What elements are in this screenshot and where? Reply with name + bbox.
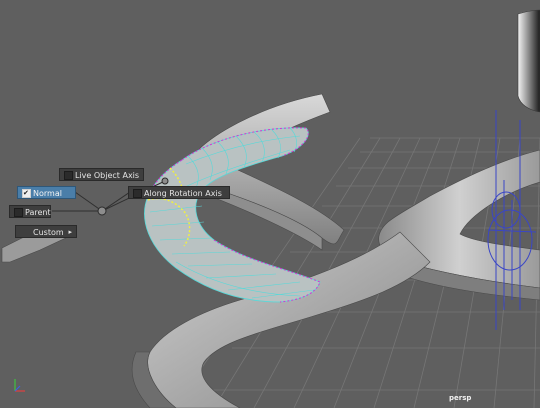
marking-menu-node bbox=[161, 177, 169, 185]
checkbox-checked-icon bbox=[22, 187, 31, 200]
marking-menu-center bbox=[97, 206, 107, 216]
menu-item-label: Custom bbox=[33, 228, 64, 237]
menu-item-label: Normal bbox=[33, 189, 62, 198]
checkbox-icon bbox=[133, 189, 142, 198]
camera-label: persp bbox=[449, 394, 472, 402]
menu-item-label: Parent bbox=[25, 208, 51, 217]
menu-item-parent[interactable]: Parent bbox=[9, 205, 51, 218]
checkbox-icon bbox=[14, 208, 23, 217]
scene-canvas[interactable] bbox=[0, 0, 540, 408]
axis-gizmo-icon bbox=[14, 379, 25, 392]
perspective-viewport[interactable]: Live Object Axis Normal Along Rotation A… bbox=[0, 0, 540, 408]
menu-item-custom[interactable]: Custom ▸ bbox=[15, 225, 77, 238]
menu-item-label: Live Object Axis bbox=[75, 171, 140, 180]
menu-item-along-rotation-axis[interactable]: Along Rotation Axis bbox=[128, 186, 230, 199]
submenu-arrow-icon: ▸ bbox=[68, 228, 72, 236]
cone-object bbox=[517, 9, 540, 113]
checkbox-icon bbox=[64, 171, 73, 180]
menu-item-normal[interactable]: Normal bbox=[17, 186, 76, 200]
menu-item-label: Along Rotation Axis bbox=[144, 189, 222, 198]
menu-item-live-object-axis[interactable]: Live Object Axis bbox=[59, 168, 144, 181]
